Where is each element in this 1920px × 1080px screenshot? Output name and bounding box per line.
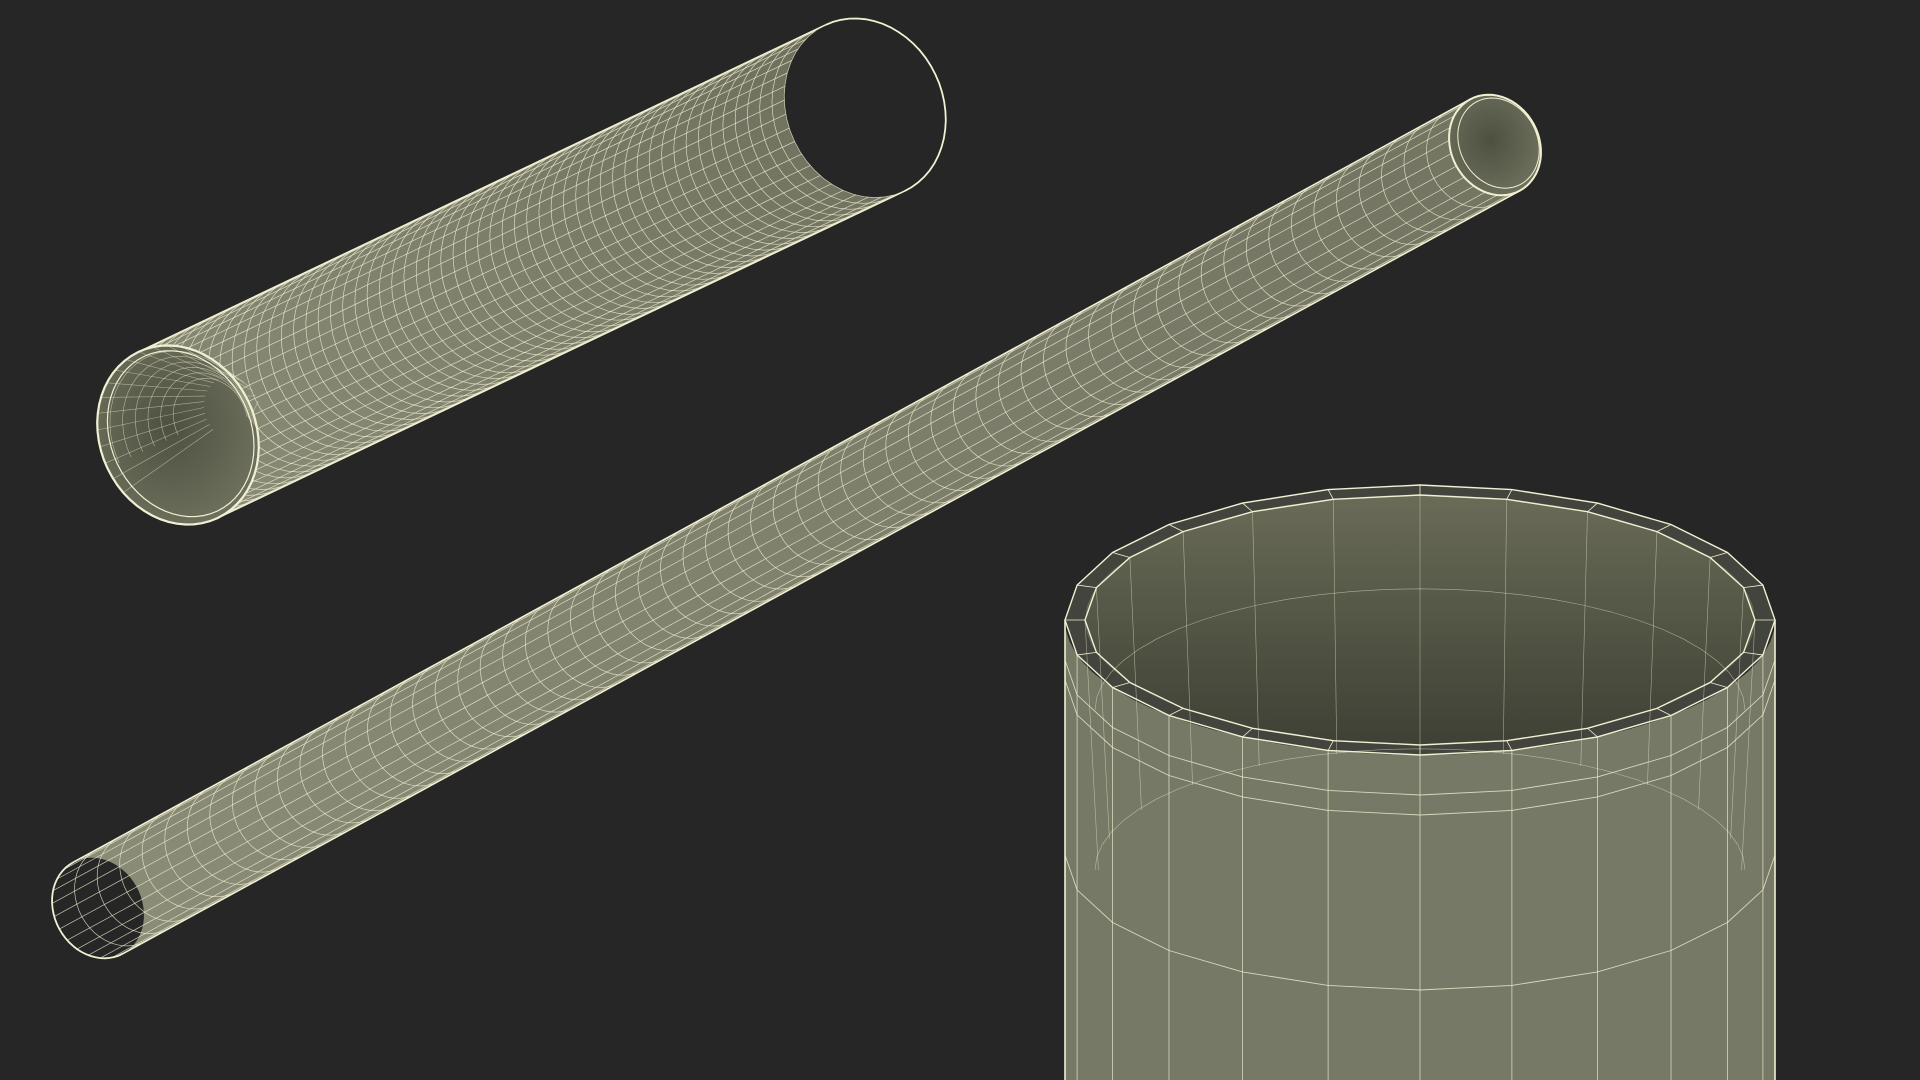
near-rim — [51, 861, 124, 960]
short-tube-wireframe — [96, 17, 947, 526]
far-rim — [825, 17, 947, 192]
wireframe-render — [51, 17, 1776, 1080]
ring-line — [51, 862, 124, 959]
render-viewport — [0, 0, 1920, 1080]
tube-closeup-wireframe — [1064, 484, 1776, 1080]
